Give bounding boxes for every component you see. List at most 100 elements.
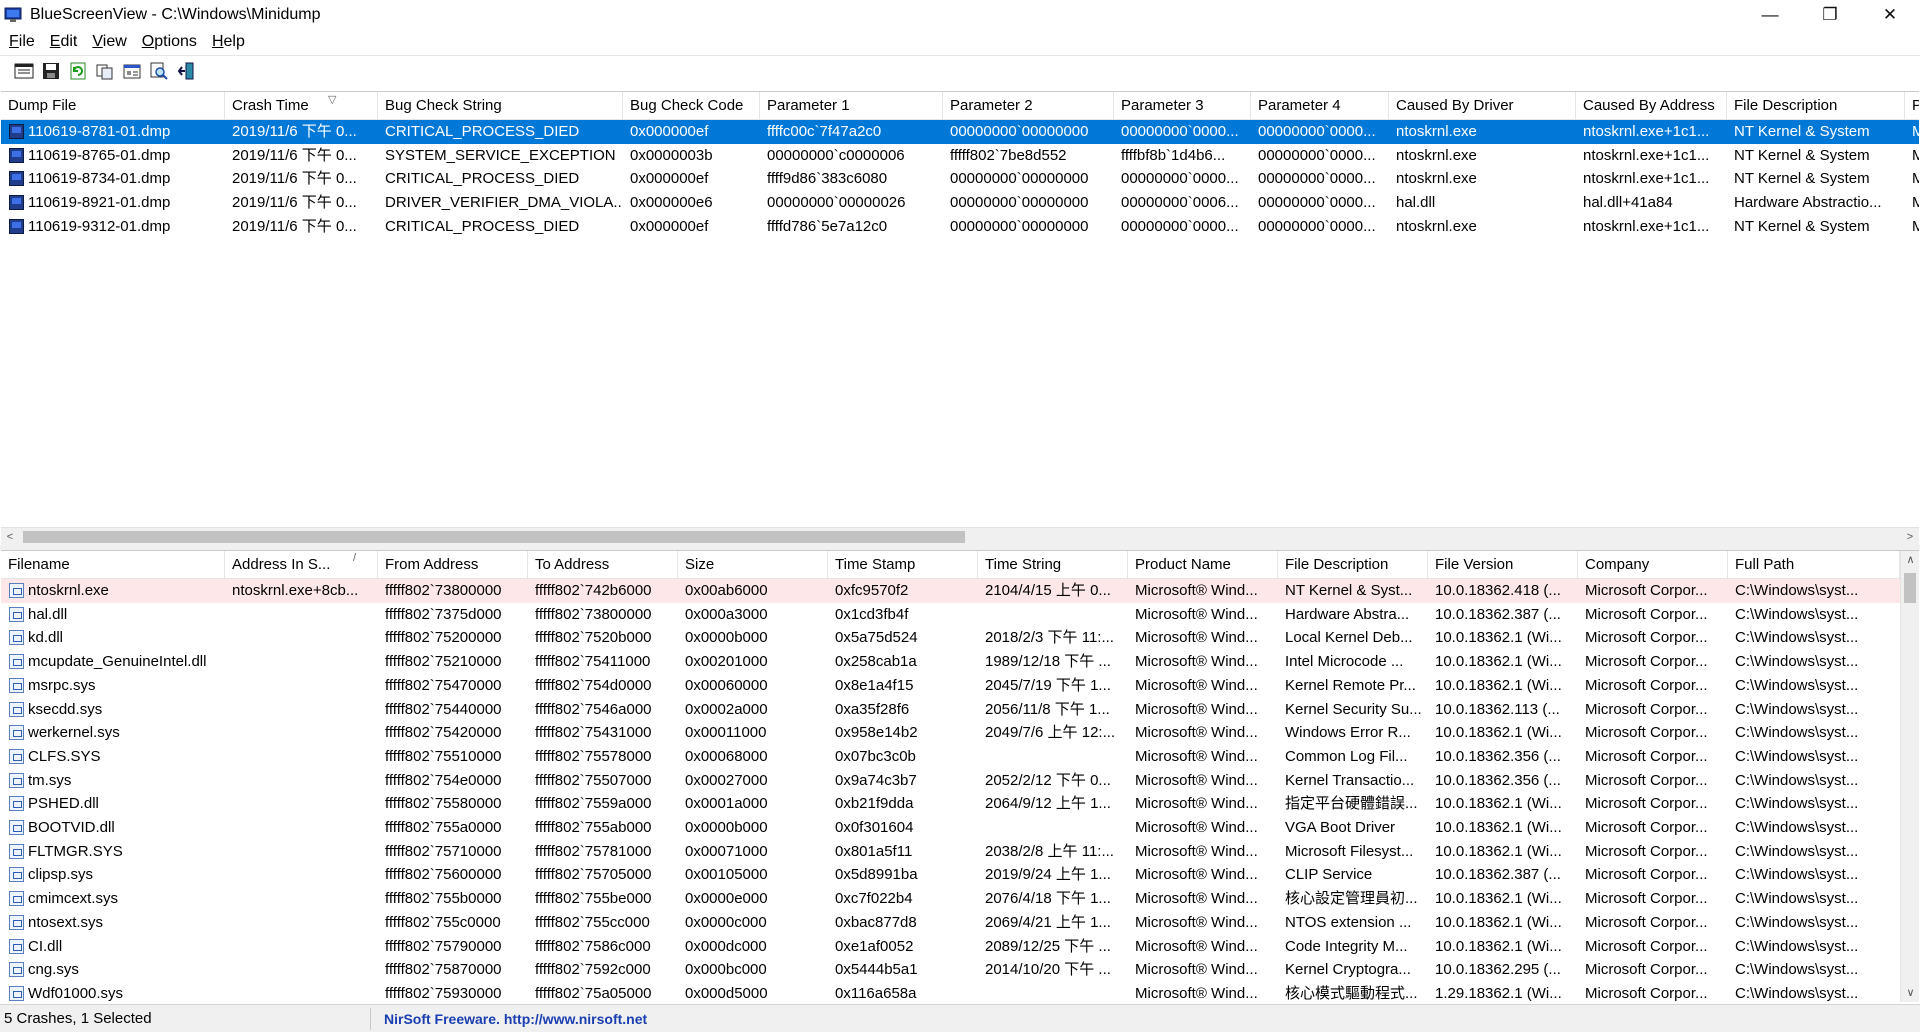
- save-icon[interactable]: [37, 59, 64, 84]
- cell: 0x0000e000: [685, 890, 768, 908]
- column-header-crash-time[interactable]: Crash Time: [225, 92, 378, 120]
- cell: 00000000`0000...: [1258, 146, 1376, 164]
- column-header-from-address[interactable]: From Address: [378, 551, 528, 579]
- column-header-file-version[interactable]: File Version: [1428, 551, 1578, 579]
- column-header-time-stamp[interactable]: Time Stamp: [828, 551, 978, 579]
- driver-row[interactable]: kd.dll fffff802`75200000 fffff802`7520b000…: [1, 626, 1919, 650]
- cell: 2019/11/6 下午 0...: [232, 170, 357, 188]
- driver-row[interactable]: cng.sys fffff802`75870000 fffff802`7592c00…: [1, 958, 1919, 982]
- cell: werkernel.sys: [28, 724, 120, 742]
- column-header-parameter-3[interactable]: Parameter 3: [1114, 92, 1251, 120]
- find-icon[interactable]: [145, 59, 172, 84]
- cell: 0x07bc3c0b: [835, 747, 916, 765]
- driver-row[interactable]: mcupdate_GenuineIntel.dll fffff802`752100…: [1, 650, 1919, 674]
- cell: 10.0.18362.1 (Wi...: [1435, 819, 1562, 836]
- column-header-size[interactable]: Size: [678, 551, 828, 579]
- driver-row[interactable]: ntosext.sys fffff802`755c0000 fffff802`755…: [1, 911, 1919, 935]
- crash-row[interactable]: 110619-8781-01.dmp 2019/11/6 下午 0... CRITI…: [1, 120, 1919, 144]
- cell: Microsoft® Wind...: [1135, 653, 1258, 671]
- cell: [978, 816, 1128, 840]
- column-header-to-address[interactable]: To Address: [528, 551, 678, 579]
- scroll-left-icon[interactable]: <: [1, 528, 19, 545]
- cell: fffff802`75578000: [535, 747, 652, 765]
- scrollbar-thumb[interactable]: [1904, 573, 1916, 603]
- column-header-product-name[interactable]: Product Name: [1128, 551, 1278, 579]
- refresh-icon[interactable]: [64, 59, 91, 84]
- driver-row[interactable]: CI.dll fffff802`75790000 fffff802`7586c000…: [1, 935, 1919, 959]
- cell: 0x9a74c3b7: [835, 771, 917, 789]
- cell: Microsoft® Wind...: [1135, 724, 1258, 742]
- menu-file[interactable]: File: [3, 33, 41, 51]
- html-report-icon[interactable]: [10, 59, 37, 84]
- driver-row[interactable]: werkernel.sys fffff802`75420000 fffff802`7…: [1, 721, 1919, 745]
- driver-row[interactable]: CLFS.SYS fffff802`75510000 fffff802`755780…: [1, 745, 1919, 769]
- crash-list-horizontal-scrollbar[interactable]: < >: [1, 527, 1919, 545]
- column-header-company[interactable]: Company: [1578, 551, 1728, 579]
- crash-row[interactable]: 110619-8734-01.dmp 2019/11/6 下午 0... CRITI…: [1, 167, 1919, 191]
- column-header-full-path[interactable]: Full Path: [1728, 551, 1900, 579]
- column-header-dump-file[interactable]: Dump File: [1, 92, 225, 120]
- close-button[interactable]: ✕: [1860, 0, 1920, 30]
- scrollbar-thumb[interactable]: [23, 531, 965, 543]
- scroll-right-icon[interactable]: >: [1901, 528, 1919, 545]
- menu-options[interactable]: Options: [136, 33, 203, 51]
- driver-row[interactable]: tm.sys fffff802`754e0000 fffff802`75507000…: [1, 769, 1919, 793]
- driver-row[interactable]: cmimcext.sys fffff802`755b0000 fffff802`75…: [1, 887, 1919, 911]
- driver-row[interactable]: msrpc.sys fffff802`75470000 fffff802`754d0…: [1, 674, 1919, 698]
- crash-row[interactable]: 110619-9312-01.dmp 2019/11/6 下午 0... CRITI…: [1, 215, 1919, 239]
- cell: 0xc7f022b4: [835, 890, 913, 908]
- properties-icon[interactable]: [118, 59, 145, 84]
- driver-row[interactable]: ksecdd.sys fffff802`75440000 fffff802`7546…: [1, 698, 1919, 722]
- cell: Microsoft Corpor...: [1585, 913, 1708, 931]
- cell: 0x801a5f11: [835, 842, 913, 860]
- column-header-product[interactable]: P: [1905, 92, 1919, 120]
- cell: 2104/4/15 上午 0...: [985, 582, 1111, 599]
- crash-row[interactable]: 110619-8921-01.dmp 2019/11/6 下午 0... DRIVE…: [1, 191, 1919, 215]
- column-header-parameter-2[interactable]: Parameter 2: [943, 92, 1114, 120]
- column-header-parameter-4[interactable]: Parameter 4: [1251, 92, 1389, 120]
- column-header-bug-check-code[interactable]: Bug Check Code: [623, 92, 760, 120]
- cell: 1.29.18362.1 (Wi...: [1435, 984, 1562, 1002]
- cell: 0x00ab6000: [685, 582, 768, 599]
- cell: 2014/10/20 下午 ...: [985, 961, 1111, 979]
- driver-row[interactable]: clipsp.sys fffff802`75600000 fffff802`7570…: [1, 863, 1919, 887]
- column-header-time-string[interactable]: Time String: [978, 551, 1128, 579]
- crash-list-header: Dump File Crash Time ▽ Bug Check String …: [1, 92, 1919, 120]
- column-header-file-description[interactable]: File Description: [1727, 92, 1905, 120]
- cell: Microsoft Corpor...: [1585, 795, 1708, 813]
- driver-row[interactable]: hal.dll fffff802`7375d000 fffff802`7380000…: [1, 603, 1919, 627]
- cell: 2038/2/8 上午 11:...: [985, 842, 1114, 860]
- copy-icon[interactable]: [91, 59, 118, 84]
- column-header-caused-by-driver[interactable]: Caused By Driver: [1389, 92, 1576, 120]
- scroll-down-icon[interactable]: ∨: [1901, 984, 1919, 1002]
- driver-list-vertical-scrollbar[interactable]: ∧ ∨: [1900, 551, 1919, 1002]
- column-header-bug-check-string[interactable]: Bug Check String: [378, 92, 623, 120]
- column-header-file-description[interactable]: File Description: [1278, 551, 1428, 579]
- cell: Microsoft Corpor...: [1585, 582, 1708, 599]
- cell: Microsoft® Wind...: [1135, 795, 1258, 813]
- driver-row[interactable]: Wdf01000.sys fffff802`75930000 fffff802`75…: [1, 982, 1919, 1002]
- driver-row[interactable]: PSHED.dll fffff802`75580000 fffff802`7559a…: [1, 792, 1919, 816]
- driver-row[interactable]: ntoskrnl.exe ntoskrnl.exe+8cb... fffff802`…: [1, 579, 1919, 603]
- nirsoft-link[interactable]: NirSoft Freeware. http://www.nirsoft.net: [384, 1005, 647, 1032]
- cell: Kernel Cryptogra...: [1285, 961, 1411, 979]
- cell: Microsoft Corpor...: [1585, 676, 1708, 694]
- minimize-button[interactable]: —: [1740, 0, 1800, 30]
- crash-row[interactable]: 110619-8765-01.dmp 2019/11/6 下午 0... SYSTE…: [1, 144, 1919, 168]
- scroll-up-icon[interactable]: ∧: [1901, 551, 1919, 569]
- driver-row[interactable]: FLTMGR.SYS fffff802`75710000 fffff802`7578…: [1, 840, 1919, 864]
- cell: [225, 626, 378, 650]
- column-header-parameter-1[interactable]: Parameter 1: [760, 92, 943, 120]
- cell: C:\Windows\syst...: [1735, 984, 1859, 1002]
- menu-edit[interactable]: Edit: [44, 33, 84, 51]
- cell: 0x00068000: [685, 747, 768, 765]
- column-header-caused-by-address[interactable]: Caused By Address: [1576, 92, 1727, 120]
- exit-icon[interactable]: [172, 59, 199, 84]
- menu-view[interactable]: View: [86, 33, 132, 51]
- menu-help[interactable]: Help: [206, 33, 251, 51]
- cell: 0x258cab1a: [835, 653, 917, 671]
- column-header-filename[interactable]: Filename: [1, 551, 225, 579]
- driver-row[interactable]: BOOTVID.dll fffff802`755a0000 fffff802`755…: [1, 816, 1919, 840]
- maximize-button[interactable]: ❐: [1800, 0, 1860, 30]
- cell: 00000000`0006...: [1121, 194, 1239, 212]
